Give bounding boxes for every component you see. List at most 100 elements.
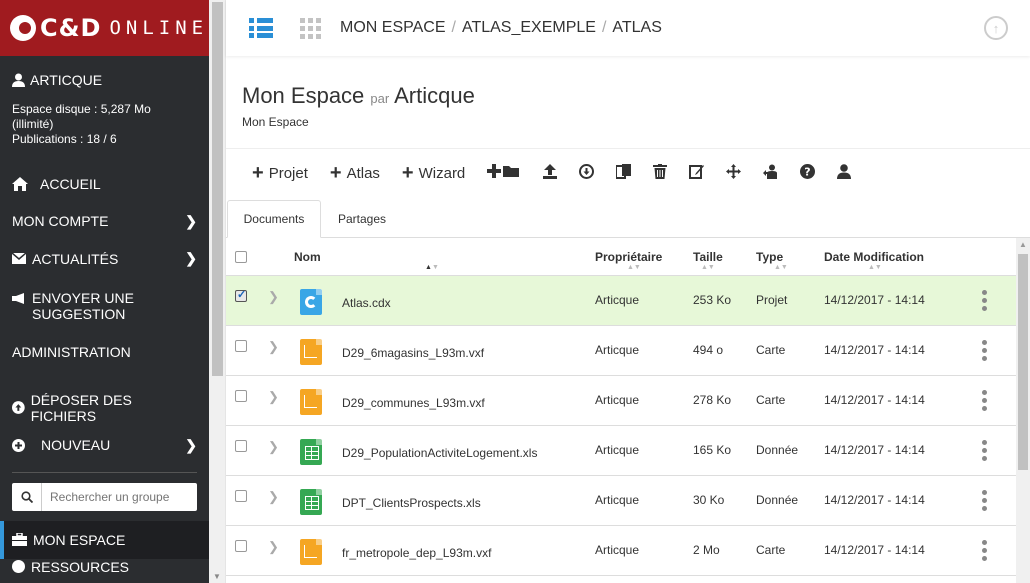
new-atlas-button[interactable]: + Atlas (330, 163, 380, 183)
more-vertical-icon[interactable] (982, 540, 988, 561)
file-name[interactable]: fr_metropole_dep_L93m.vxf (342, 546, 491, 560)
breadcrumb-item-atlas-exemple[interactable]: ATLAS_EXEMPLE (462, 19, 596, 37)
user-panel: ARTICQUE Espace disque : 5,287 Mo (illim… (0, 56, 209, 147)
file-name[interactable]: D29_6magasins_L93m.vxf (342, 346, 484, 360)
chevron-right-icon: ❯ (185, 212, 197, 229)
table-row[interactable]: ❯ D29_6magasins_L93m.vxf Articque 494 o … (226, 326, 1016, 376)
file-name[interactable]: D29_communes_L93m.vxf (342, 396, 485, 410)
sort-icon[interactable]: ▲▼ (774, 264, 788, 271)
search-icon[interactable] (12, 483, 42, 511)
copy-icon[interactable] (615, 163, 632, 183)
user-name[interactable]: ARTICQUE (12, 72, 197, 88)
file-name[interactable]: D29_PopulationActiviteLogement.xls (342, 446, 537, 460)
upload-icon[interactable] (543, 163, 558, 183)
group-search-input[interactable] (42, 490, 192, 504)
sidebar-item-label-line2: SUGGESTION (32, 305, 126, 322)
user-icon[interactable] (837, 163, 852, 183)
sidebar-item-ressources[interactable]: RESSOURCES (0, 559, 209, 579)
row-checkbox[interactable] (235, 340, 247, 352)
new-wizard-button[interactable]: + Wizard (401, 161, 465, 184)
table-row[interactable]: ❯ fr_metropole_dep_L93m.vxf Articque 2 M… (226, 526, 1016, 576)
new-atlas-label: Atlas (346, 164, 380, 182)
file-date: 14/12/2017 - 14:14 (824, 293, 925, 307)
move-icon[interactable] (726, 163, 742, 183)
file-name[interactable]: DPT_ClientsProspects.xls (342, 496, 481, 510)
table-row[interactable]: ❯ DPT_ClientsProspects.xls Articque 30 K… (226, 476, 1016, 526)
trash-icon[interactable] (653, 163, 668, 183)
header-date[interactable]: Date Modification (824, 250, 924, 264)
arrow-up-circle-icon[interactable]: ↑ (984, 16, 1008, 40)
header-type[interactable]: Type (756, 250, 783, 264)
breadcrumb-item-mon-espace[interactable]: MON ESPACE (340, 19, 446, 37)
sort-icon[interactable]: ▲▼ (868, 264, 882, 271)
more-vertical-icon[interactable] (982, 290, 988, 311)
sidebar-item-actualites[interactable]: ACTUALITÉS ❯ (0, 240, 209, 278)
scroll-down-arrow-icon[interactable]: ▼ (213, 572, 221, 581)
select-all-checkbox[interactable] (235, 251, 247, 263)
sidebar-item-suggestion[interactable]: ENVOYER UNE SUGGESTION (0, 278, 209, 334)
edit-icon[interactable] (689, 164, 705, 183)
tab-partages[interactable]: Partages (322, 200, 402, 238)
disk-limit: (illimité) (12, 117, 54, 131)
sidebar-item-mon-compte[interactable]: MON COMPTE ❯ (0, 203, 209, 241)
vxf-file-icon (300, 339, 322, 365)
row-checkbox[interactable] (235, 390, 247, 402)
download-circle-icon[interactable] (579, 163, 595, 183)
page-title-owner: Articque (394, 83, 475, 108)
expand-chevron-icon[interactable]: ❯ (268, 489, 279, 505)
sidebar-nav: ACCUEIL MON COMPTE ❯ ACTUALITÉS ❯ ENVOYE… (0, 165, 209, 579)
expand-chevron-icon[interactable]: ❯ (268, 339, 279, 355)
sort-asc-icon[interactable]: ▲▼ (425, 264, 439, 271)
toolbar: + Projet + Atlas + Wizard ? (252, 161, 873, 185)
sidebar-item-label: MON ESPACE (33, 531, 126, 548)
file-size: 165 Ko (693, 443, 732, 457)
header-proprietaire[interactable]: Propriétaire (595, 250, 662, 264)
sidebar-scrollbar-thumb[interactable] (212, 2, 223, 376)
sort-icon[interactable]: ▲▼ (627, 264, 641, 271)
more-vertical-icon[interactable] (982, 340, 988, 361)
sidebar-item-mon-espace[interactable]: MON ESPACE (0, 521, 209, 559)
file-owner: Articque (595, 343, 640, 357)
header-taille[interactable]: Taille (693, 250, 723, 264)
new-folder-icon[interactable] (487, 163, 521, 183)
sidebar-item-administration[interactable]: ADMINISTRATION (0, 334, 209, 372)
plus-icon: + (401, 161, 414, 184)
more-vertical-icon[interactable] (982, 440, 988, 461)
sidebar-item-nouveau[interactable]: NOUVEAU ❯ (0, 427, 209, 465)
tab-documents[interactable]: Documents (227, 200, 321, 238)
brand-logo[interactable]: C&D ONLINE (0, 0, 209, 56)
list-view-icon[interactable] (249, 18, 273, 38)
grid-view-icon[interactable] (300, 17, 321, 39)
row-checkbox[interactable] (235, 540, 247, 552)
sidebar-item-deposer[interactable]: DÉPOSER DES FICHIERS (0, 389, 209, 427)
expand-chevron-icon[interactable]: ❯ (268, 439, 279, 455)
xls-file-icon (300, 439, 322, 465)
expand-chevron-icon[interactable]: ❯ (268, 289, 279, 305)
table-row[interactable]: ❯ D29_PopulationActiviteLogement.xls Art… (226, 426, 1016, 476)
sidebar-item-accueil[interactable]: ACCUEIL (0, 165, 209, 203)
breadcrumb-item-atlas[interactable]: ATLAS (612, 19, 662, 37)
sidebar-item-label: RESSOURCES (31, 558, 130, 575)
more-vertical-icon[interactable] (982, 390, 988, 411)
file-owner: Articque (595, 393, 640, 407)
row-checkbox[interactable] (235, 490, 247, 502)
header-divider (226, 148, 1030, 149)
row-checkbox[interactable] (235, 288, 247, 302)
share-user-icon[interactable] (763, 164, 778, 183)
expand-chevron-icon[interactable]: ❯ (268, 539, 279, 555)
table-scrollbar-thumb[interactable] (1018, 254, 1028, 470)
sidebar-scrollbar[interactable]: ▼ (209, 0, 226, 583)
new-projet-button[interactable]: + Projet (252, 163, 308, 183)
tab-documents-label: Documents (243, 212, 305, 226)
file-name[interactable]: Atlas.cdx (342, 296, 391, 310)
expand-chevron-icon[interactable]: ❯ (268, 389, 279, 405)
help-icon[interactable]: ? (800, 163, 816, 183)
more-vertical-icon[interactable] (982, 490, 988, 511)
header-nom[interactable]: Nom (294, 250, 321, 264)
scroll-up-arrow-icon[interactable]: ▲ (1019, 240, 1027, 249)
table-row[interactable]: ❯ Atlas.cdx Articque 253 Ko Projet 14/12… (226, 276, 1016, 326)
row-checkbox[interactable] (235, 440, 247, 452)
table-scrollbar[interactable]: ▲ (1016, 238, 1030, 583)
table-row[interactable]: ❯ D29_communes_L93m.vxf Articque 278 Ko … (226, 376, 1016, 426)
sort-icon[interactable]: ▲▼ (701, 264, 715, 271)
